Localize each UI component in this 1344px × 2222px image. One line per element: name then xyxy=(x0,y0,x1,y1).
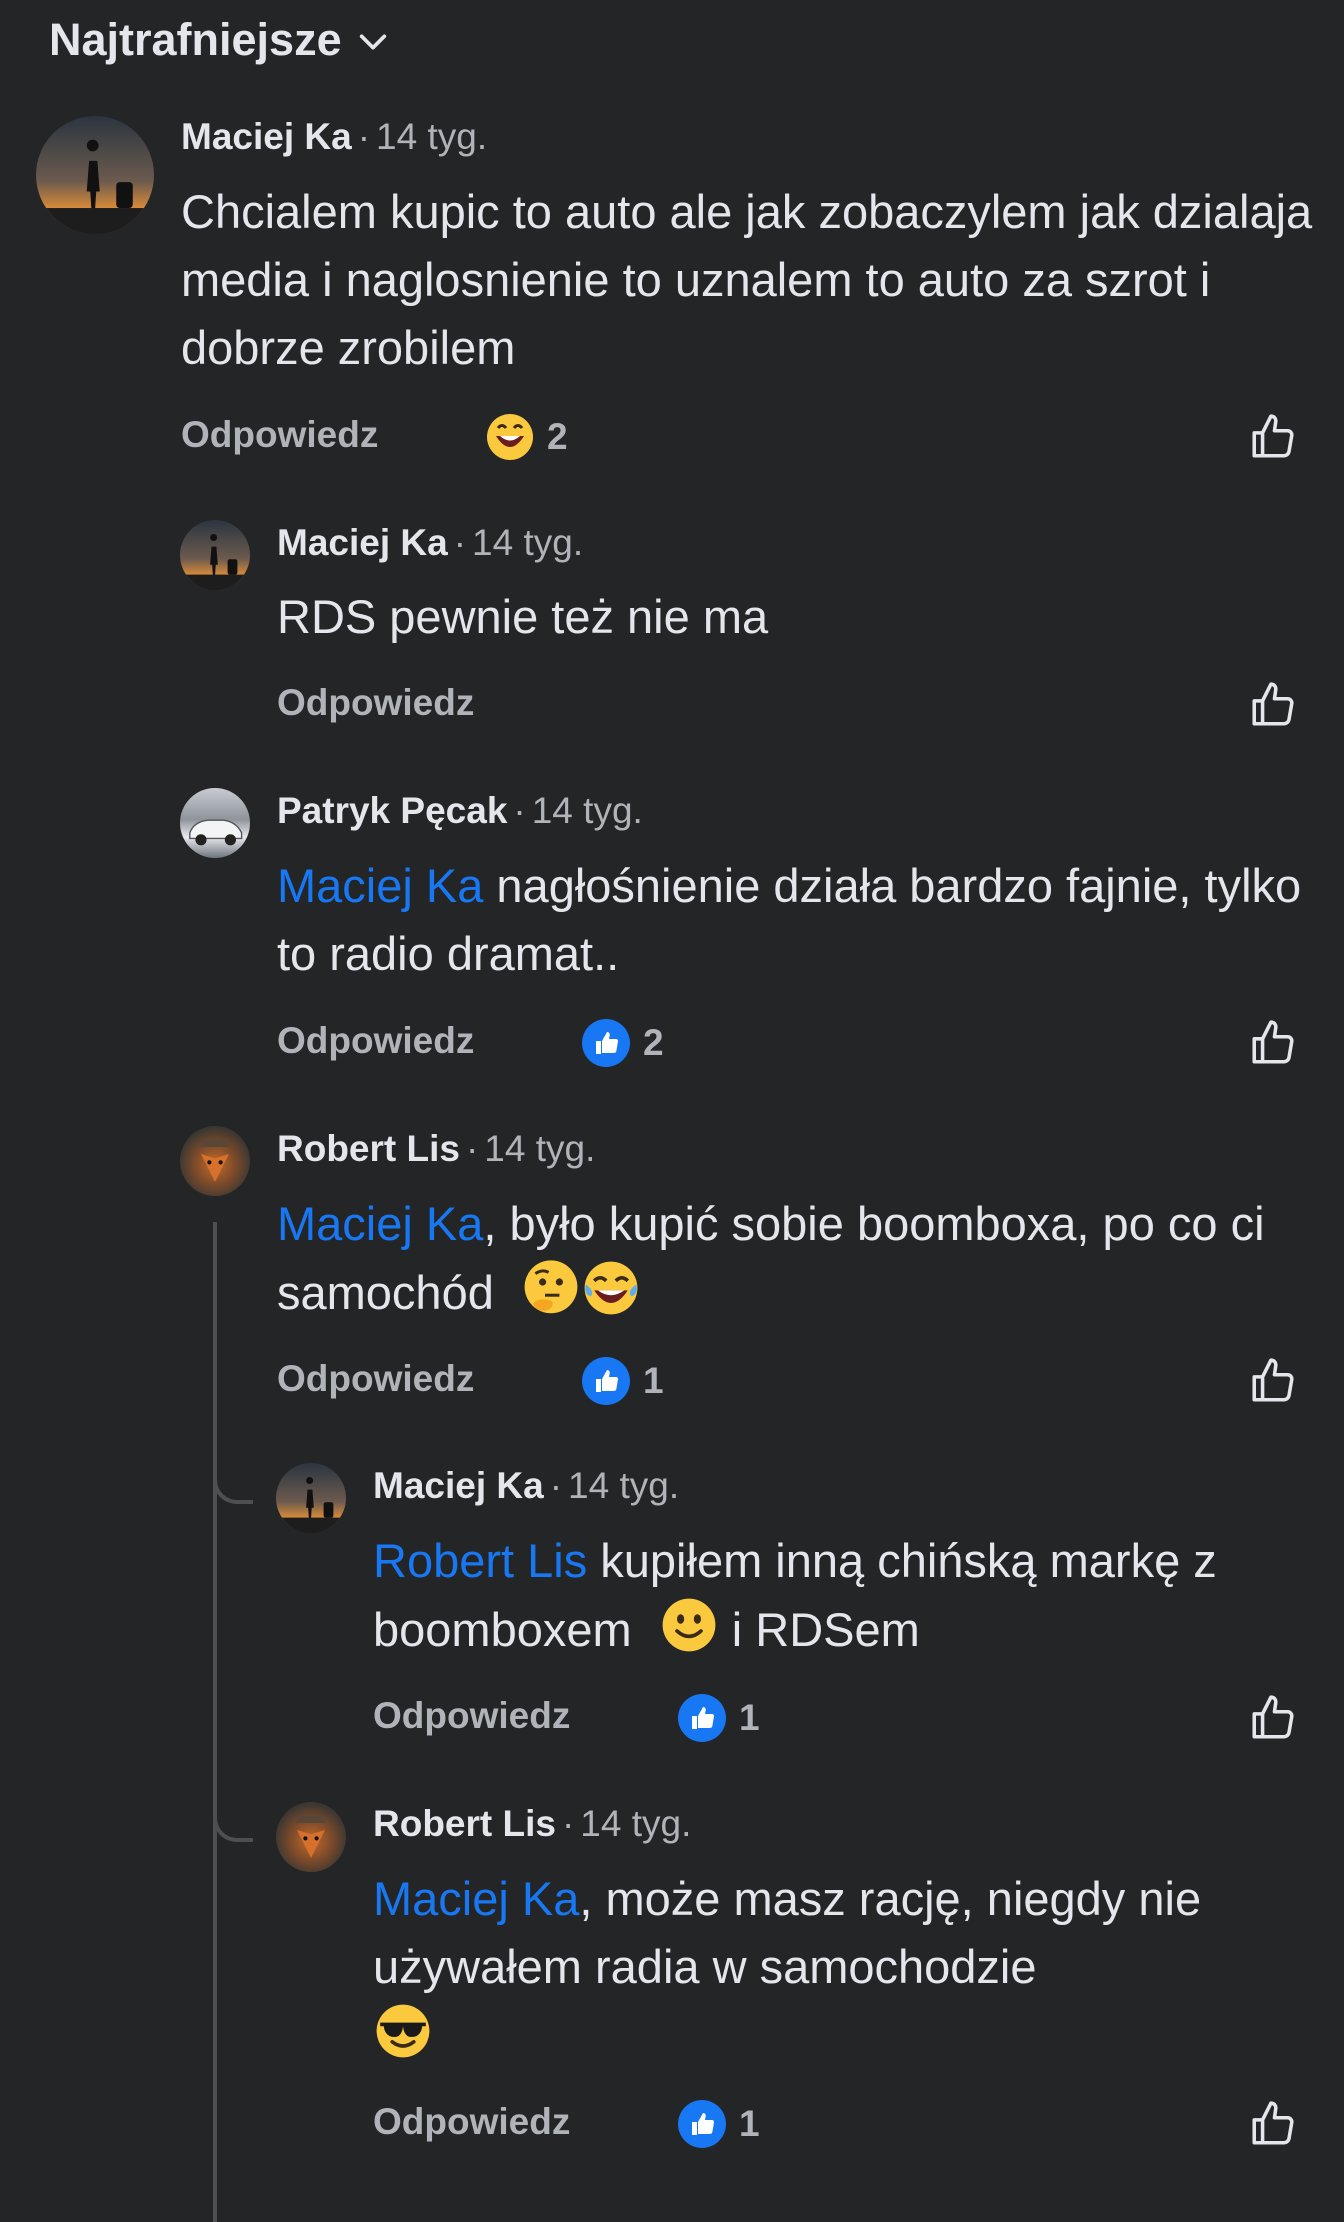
comment-timestamp[interactable]: 14 tyg. xyxy=(568,1465,679,1506)
grinning-emoji-icon xyxy=(487,414,533,460)
comment-author[interactable]: Robert Lis xyxy=(277,1128,460,1169)
separator: · xyxy=(453,522,467,563)
reply-button[interactable]: Odpowiedz xyxy=(277,682,474,724)
comment-author[interactable]: Maciej Ka xyxy=(373,1465,544,1506)
separator: · xyxy=(561,1803,575,1844)
reply-button[interactable]: Odpowiedz xyxy=(277,1358,474,1400)
thumbs-up-icon xyxy=(1252,1358,1294,1402)
sort-dropdown[interactable]: Najtrafniejsze xyxy=(49,14,390,66)
reply-button[interactable]: Odpowiedz xyxy=(181,414,378,456)
separator: · xyxy=(513,790,526,831)
mention-link[interactable]: Maciej Ka xyxy=(373,1872,579,1925)
separator: · xyxy=(465,1128,479,1169)
reaction-summary[interactable]: 2 xyxy=(581,1018,664,1068)
thinking-emoji-icon xyxy=(524,1260,578,1314)
like-button[interactable] xyxy=(1248,412,1298,462)
reaction-summary[interactable]: 2 xyxy=(485,412,568,462)
comment-author[interactable]: Maciej Ka xyxy=(181,116,352,157)
mention-link[interactable]: Robert Lis xyxy=(373,1534,587,1587)
comment-author[interactable]: Maciej Ka xyxy=(277,522,448,563)
like-reaction-icon xyxy=(678,2100,726,2148)
thread-connector xyxy=(213,1780,253,1842)
reaction-summary[interactable]: 1 xyxy=(677,1693,760,1743)
thumbs-up-icon xyxy=(1252,682,1294,726)
comment-author[interactable]: Patryk Pęcak xyxy=(277,790,507,831)
reply-button[interactable]: Odpowiedz xyxy=(373,2101,570,2143)
reaction-summary[interactable]: 1 xyxy=(581,1356,664,1406)
like-reaction-icon xyxy=(582,1357,630,1405)
like-button[interactable] xyxy=(1248,680,1298,730)
comment-timestamp[interactable]: 14 tyg. xyxy=(472,522,583,563)
tears-of-joy-emoji-icon xyxy=(584,1261,638,1315)
thumbs-up-icon xyxy=(1252,1020,1294,1064)
reaction-summary[interactable]: 1 xyxy=(677,2099,760,2149)
thread-line xyxy=(213,1222,217,2222)
thumbs-up-icon xyxy=(1252,414,1294,458)
smiling-emoji-icon xyxy=(662,1598,716,1652)
mention-link[interactable]: Maciej Ka xyxy=(277,859,483,912)
comment-timestamp[interactable]: 14 tyg. xyxy=(376,116,487,157)
like-button[interactable] xyxy=(1248,1693,1298,1743)
separator: · xyxy=(357,116,371,157)
sort-label: Najtrafniejsze xyxy=(49,14,342,65)
chevron-down-icon xyxy=(359,34,386,50)
avatar[interactable] xyxy=(180,788,250,858)
like-button[interactable] xyxy=(1248,1018,1298,1068)
reaction-count: 1 xyxy=(739,2103,760,2144)
comment-timestamp[interactable]: 14 tyg. xyxy=(484,1128,595,1169)
thumbs-up-icon xyxy=(1252,2101,1294,2145)
like-reaction-icon xyxy=(678,1694,726,1742)
avatar[interactable] xyxy=(36,116,154,234)
comment-text: i RDSem xyxy=(718,1603,920,1656)
comment-timestamp[interactable]: 14 tyg. xyxy=(580,1803,691,1844)
mention-link[interactable]: Maciej Ka xyxy=(277,1197,483,1250)
reaction-count: 2 xyxy=(643,1022,664,1063)
avatar[interactable] xyxy=(180,520,250,590)
comment-text: Chcialem kupic to auto ale jak zobaczyle… xyxy=(181,185,1313,374)
like-button[interactable] xyxy=(1248,2099,1298,2149)
comment-timestamp[interactable]: 14 tyg. xyxy=(532,790,643,831)
comment-author[interactable]: Robert Lis xyxy=(373,1803,556,1844)
avatar[interactable] xyxy=(180,1126,250,1196)
like-reaction-icon xyxy=(582,1019,630,1067)
avatar[interactable] xyxy=(276,1802,346,1872)
sunglasses-emoji-icon xyxy=(376,2004,430,2058)
reaction-count: 2 xyxy=(547,416,568,457)
comment-text: RDS pewnie też nie ma xyxy=(277,590,769,643)
reply-button[interactable]: Odpowiedz xyxy=(277,1020,474,1062)
reaction-count: 1 xyxy=(739,1697,760,1738)
thread-connector xyxy=(213,1440,253,1504)
reply-button[interactable]: Odpowiedz xyxy=(373,1695,570,1737)
separator: · xyxy=(549,1465,563,1506)
like-button[interactable] xyxy=(1248,1356,1298,1406)
avatar[interactable] xyxy=(276,1463,346,1533)
thumbs-up-icon xyxy=(1252,1695,1294,1739)
reaction-count: 1 xyxy=(643,1360,664,1401)
